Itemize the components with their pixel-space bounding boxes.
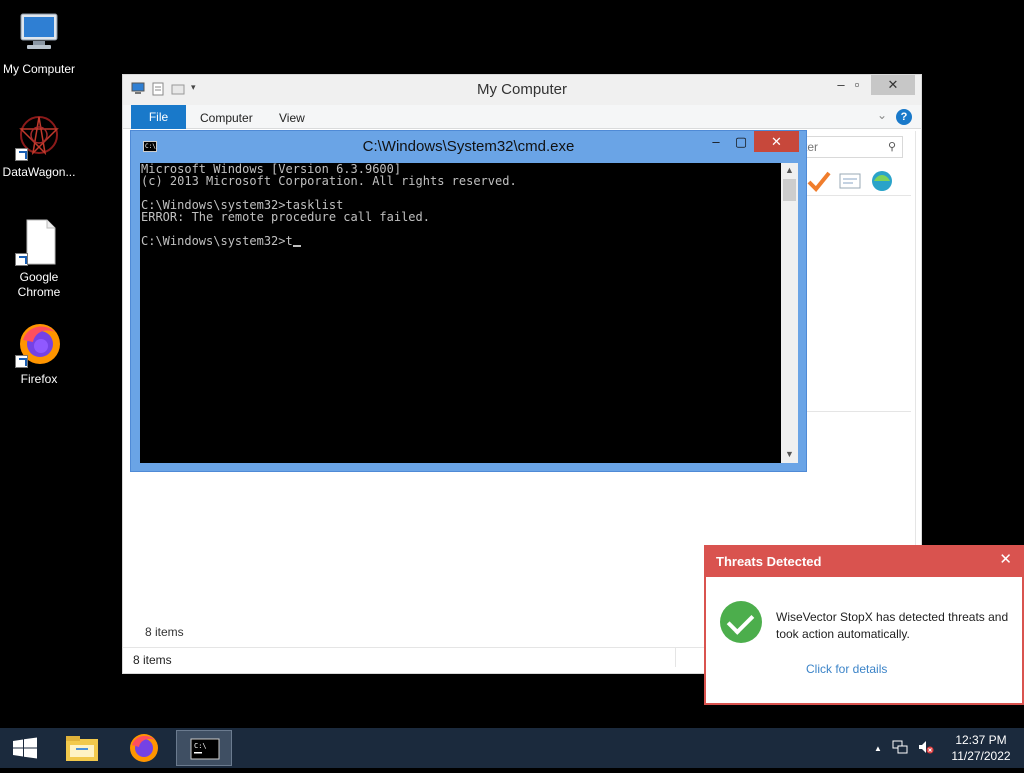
- system-tray: ▲: [874, 740, 934, 757]
- ribbon-tabs: File Computer View ⌄ ?: [123, 105, 921, 129]
- globe-icon[interactable]: [869, 169, 895, 198]
- threat-notification[interactable]: Threats Detected ✕ WiseVector StopX has …: [704, 545, 1024, 705]
- console-output: Microsoft Windows [Version 6.3.9600] (c)…: [141, 163, 517, 247]
- computer-icon: [15, 10, 63, 58]
- close-button[interactable]: ✕: [871, 75, 915, 95]
- taskbar: C:\ ▲ 12:37 PM 11/27/2022: [0, 728, 1024, 768]
- cmd-titlebar[interactable]: C:\ C:\Windows\System32\cmd.exe – ▢ ✕: [131, 131, 806, 163]
- explorer-title: My Computer: [476, 81, 568, 98]
- scroll-up-icon[interactable]: ▲: [781, 165, 798, 175]
- ribbon-expand-chevron-icon[interactable]: ⌄: [877, 108, 887, 122]
- checkmark-icon[interactable]: [807, 170, 831, 197]
- scroll-thumb[interactable]: [783, 179, 796, 201]
- cmd-minimize-button[interactable]: –: [703, 131, 729, 153]
- divider: [807, 195, 911, 196]
- console-line: C:\Windows\system32>t: [141, 234, 293, 248]
- cmd-maximize-button[interactable]: ▢: [729, 131, 753, 153]
- tab-file[interactable]: File: [131, 105, 186, 129]
- clock-date: 11/27/2022: [951, 749, 1011, 763]
- blank-file-icon: [15, 218, 63, 266]
- tab-view[interactable]: View: [279, 105, 305, 129]
- start-button[interactable]: [0, 728, 50, 768]
- desktop-icon-label: My Computer: [2, 62, 76, 76]
- details-link[interactable]: Click for details: [806, 662, 887, 676]
- mail-icon[interactable]: [839, 172, 861, 195]
- desktop-icon-datawagon[interactable]: DataWagon...: [0, 113, 78, 180]
- search-input[interactable]: ter ⚲: [799, 136, 903, 158]
- windows-logo-icon: [13, 737, 37, 759]
- desktop-icon-label: Firefox: [20, 372, 58, 386]
- success-check-icon: [720, 601, 762, 643]
- taskbar-file-explorer[interactable]: [54, 730, 110, 766]
- cmd-icon: C:\: [190, 738, 220, 760]
- status-item-count: 8 items: [133, 653, 172, 667]
- text-cursor: [292, 245, 301, 247]
- help-button[interactable]: ?: [896, 109, 912, 125]
- console-line: ERROR: The remote procedure call failed.: [141, 210, 430, 224]
- datawagon-logo-icon: [15, 113, 63, 161]
- notification-message: WiseVector StopX has detected threats an…: [776, 610, 1009, 641]
- divider: [807, 411, 911, 412]
- toolbar-icons: [807, 169, 895, 198]
- svg-text:C:\: C:\: [194, 742, 207, 750]
- taskbar-cmd[interactable]: C:\: [176, 730, 232, 766]
- console-line: (c) 2013 Microsoft Corporation. All righ…: [141, 174, 517, 188]
- cmd-window[interactable]: C:\ C:\Windows\System32\cmd.exe – ▢ ✕ Mi…: [130, 130, 807, 472]
- desktop-icon-firefox[interactable]: Firefox: [0, 320, 78, 387]
- tab-computer[interactable]: Computer: [200, 105, 253, 129]
- volume-muted-icon[interactable]: [918, 740, 934, 757]
- firefox-icon: [15, 320, 63, 368]
- folder-icon: [66, 736, 98, 761]
- item-count-label: 8 items: [145, 625, 184, 639]
- desktop-icon-google-chrome[interactable]: Google Chrome: [0, 218, 78, 300]
- firefox-icon: [130, 734, 158, 762]
- notification-close-icon[interactable]: ✕: [999, 550, 1012, 568]
- desktop-icon-label: Google Chrome: [17, 270, 61, 299]
- notification-header: Threats Detected ✕: [706, 547, 1022, 577]
- cmd-console[interactable]: Microsoft Windows [Version 6.3.9600] (c)…: [140, 163, 781, 463]
- cmd-scrollbar[interactable]: ▲ ▼: [781, 163, 798, 463]
- cmd-close-button[interactable]: ✕: [754, 131, 799, 152]
- search-icon: ⚲: [887, 141, 896, 153]
- maximize-button[interactable]: ▫: [839, 75, 875, 95]
- shortcut-arrow-icon: [15, 148, 28, 161]
- show-hidden-icons-icon[interactable]: ▲: [874, 744, 882, 753]
- explorer-titlebar[interactable]: ▾ My Computer – ▫ ✕: [123, 75, 921, 105]
- network-icon[interactable]: [892, 740, 908, 757]
- clock-time: 12:37 PM: [955, 733, 1007, 747]
- shortcut-arrow-icon: [15, 355, 28, 368]
- desktop-icon-label: DataWagon...: [2, 165, 76, 179]
- scroll-down-icon[interactable]: ▼: [781, 449, 798, 459]
- taskbar-firefox[interactable]: [116, 730, 172, 766]
- notification-title: Threats Detected: [716, 554, 822, 569]
- divider: [675, 647, 676, 667]
- desktop: My Computer DataWagon... Google Chrome F…: [0, 0, 1024, 728]
- desktop-icon-my-computer[interactable]: My Computer: [0, 10, 78, 77]
- clock[interactable]: 12:37 PM 11/27/2022: [946, 732, 1016, 764]
- shortcut-arrow-icon: [15, 253, 28, 266]
